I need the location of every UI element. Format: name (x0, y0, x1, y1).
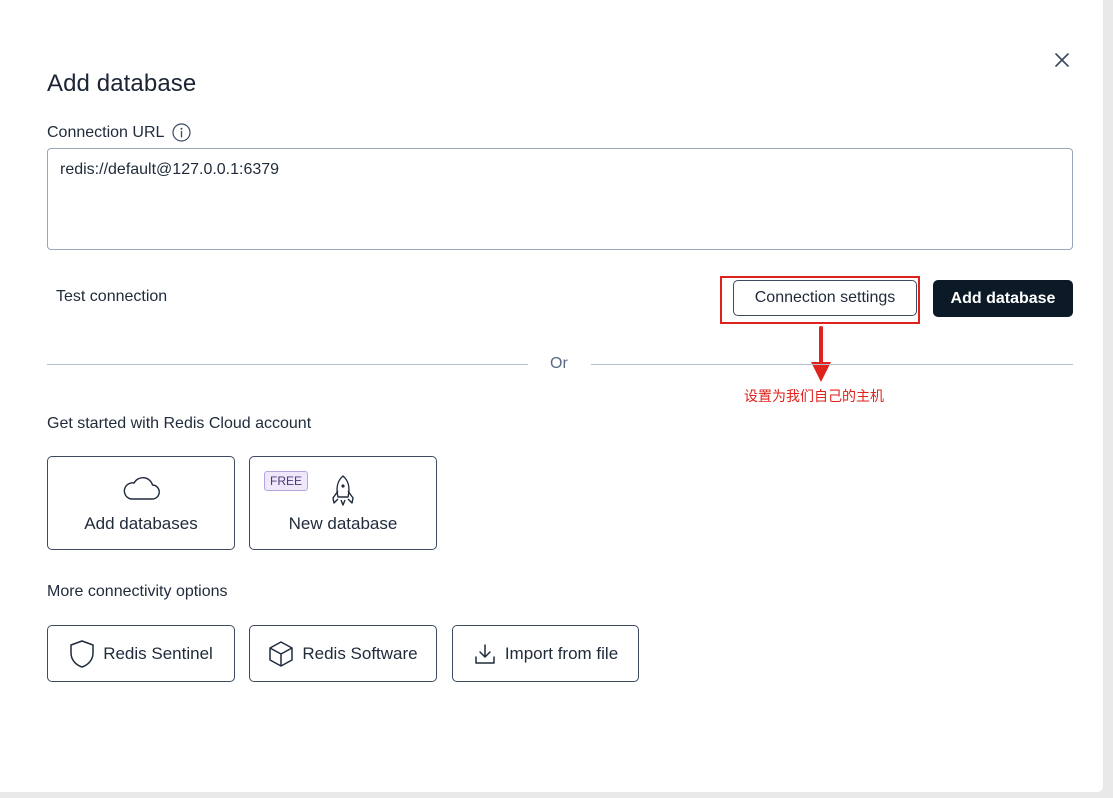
or-divider-text: Or (550, 355, 568, 372)
divider-left (47, 364, 528, 365)
redis-software-button[interactable]: Redis Software (249, 625, 437, 682)
close-icon[interactable] (1055, 53, 1069, 67)
new-database-label: New database (288, 514, 398, 533)
info-icon[interactable] (172, 123, 192, 142)
dialog-title: Add database (47, 70, 197, 97)
connection-url-input[interactable] (47, 148, 1073, 250)
add-database-dialog: Add database Connection URL Test connect… (0, 0, 1103, 792)
connection-settings-button[interactable]: Connection settings (733, 280, 917, 316)
redis-sentinel-button[interactable]: Redis Sentinel (47, 625, 235, 682)
cloud-section-label: Get started with Redis Cloud account (47, 415, 312, 432)
add-databases-tile[interactable]: Add databases (47, 456, 235, 550)
rocket-icon (332, 475, 354, 506)
redis-sentinel-label: Redis Sentinel (103, 643, 213, 663)
add-databases-label: Add databases (84, 514, 198, 533)
cube-icon (268, 640, 294, 668)
annotation-arrow (811, 326, 831, 382)
connection-url-label-text: Connection URL (47, 123, 165, 141)
new-database-tile[interactable]: FREE New database (249, 456, 437, 550)
import-from-file-button[interactable]: Import from file (452, 625, 639, 682)
divider-right (591, 364, 1073, 365)
shield-icon (69, 639, 95, 669)
cloud-icon (123, 477, 160, 500)
more-options-label: More connectivity options (47, 583, 228, 600)
close-button[interactable] (1052, 50, 1072, 70)
add-database-button[interactable]: Add database (933, 280, 1073, 317)
import-from-file-label: Import from file (504, 643, 619, 663)
test-connection-button[interactable]: Test connection (56, 288, 167, 306)
annotation-text: 设置为我们自己的主机 (744, 389, 884, 405)
connection-url-label: Connection URL (47, 123, 192, 142)
download-icon (473, 642, 497, 666)
redis-software-label: Redis Software (302, 643, 418, 663)
